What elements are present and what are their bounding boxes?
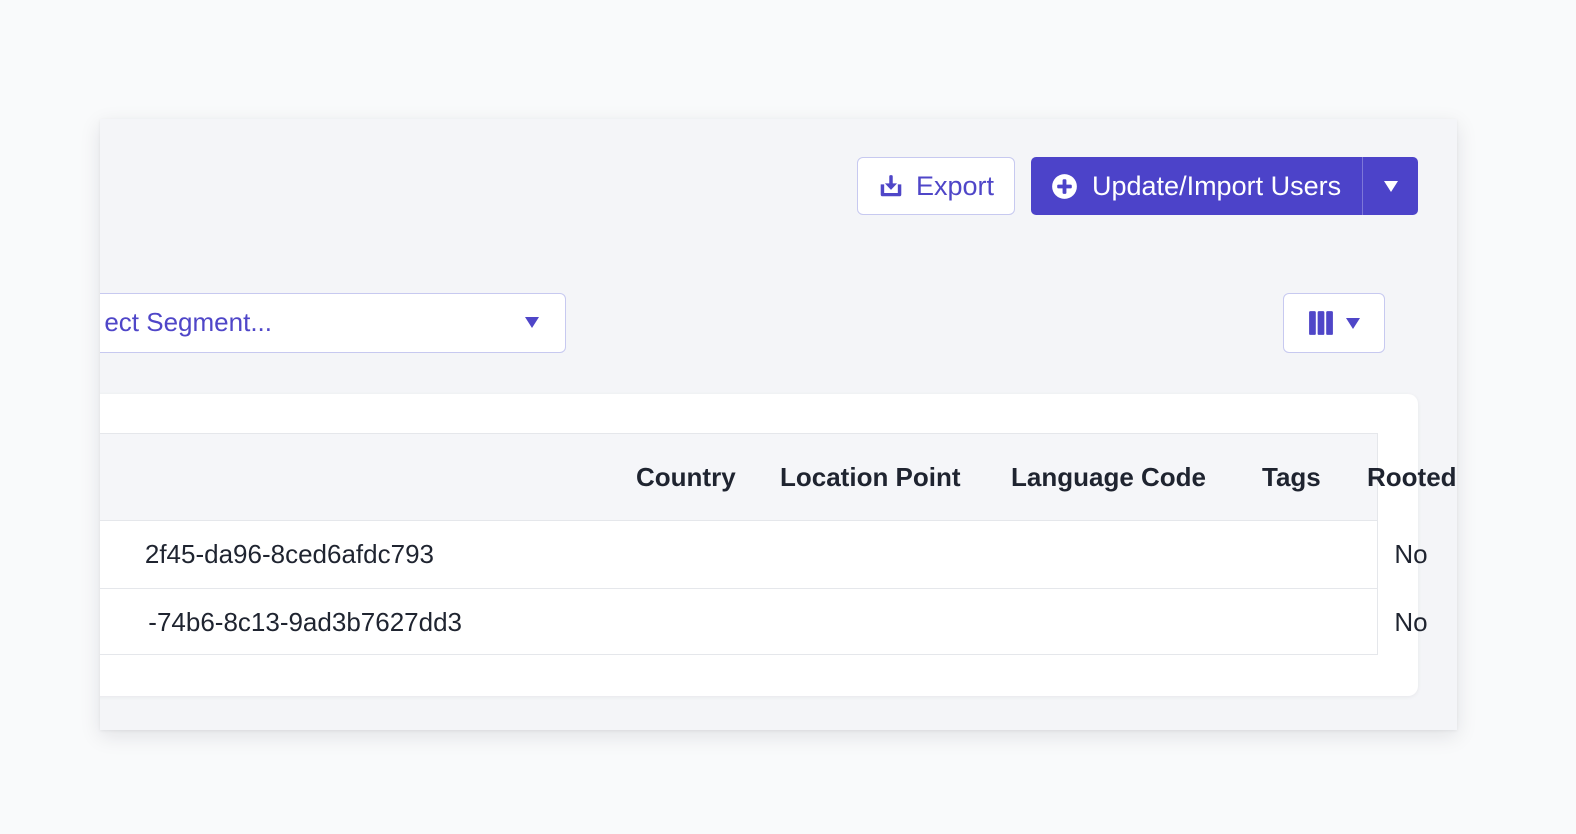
table-row[interactable]: 2f45-da96-8ced6afdc793 No <box>100 521 1428 589</box>
table-header: Country Location Point Language Code Tag… <box>100 434 1457 521</box>
cell-rooted: No <box>1394 607 1428 637</box>
caret-down-icon <box>1346 317 1360 329</box>
export-button[interactable]: Export <box>857 157 1015 215</box>
download-icon <box>878 173 904 199</box>
update-import-users-split-button: Update/Import Users <box>1031 157 1418 215</box>
update-import-users-label: Update/Import Users <box>1092 170 1342 201</box>
cell-id: 2f45-da96-8ced6afdc793 <box>144 539 434 569</box>
column-header-rooted[interactable]: Rooted <box>1367 434 1457 520</box>
column-header-tags[interactable]: Tags <box>1262 434 1321 520</box>
cell-rooted: No <box>1394 539 1428 569</box>
plus-circle-icon <box>1051 173 1078 200</box>
users-panel: Export Update/Import Users ect Segment..… <box>100 119 1457 730</box>
column-visibility-button[interactable] <box>1283 293 1385 353</box>
column-header-country[interactable]: Country <box>636 434 736 520</box>
users-table: Country Location Point Language Code Tag… <box>100 433 1457 656</box>
cell-id: -74b6-8c13-9ad3b7627dd3 <box>148 607 462 637</box>
segment-select[interactable]: ect Segment... <box>100 293 566 353</box>
update-import-users-button[interactable]: Update/Import Users <box>1031 157 1362 215</box>
chevron-down-icon <box>525 317 539 328</box>
segment-select-placeholder: ect Segment... <box>104 307 272 337</box>
table-row[interactable]: -74b6-8c13-9ad3b7627dd3 No <box>100 589 1427 656</box>
update-import-users-dropdown-toggle[interactable] <box>1362 157 1418 215</box>
users-table-card: Country Location Point Language Code Tag… <box>100 394 1457 696</box>
column-header-location-point[interactable]: Location Point <box>780 434 961 520</box>
columns-icon <box>1308 310 1334 336</box>
caret-down-icon <box>1383 180 1398 192</box>
column-header-language-code[interactable]: Language Code <box>1011 434 1206 520</box>
export-label: Export <box>915 170 995 201</box>
